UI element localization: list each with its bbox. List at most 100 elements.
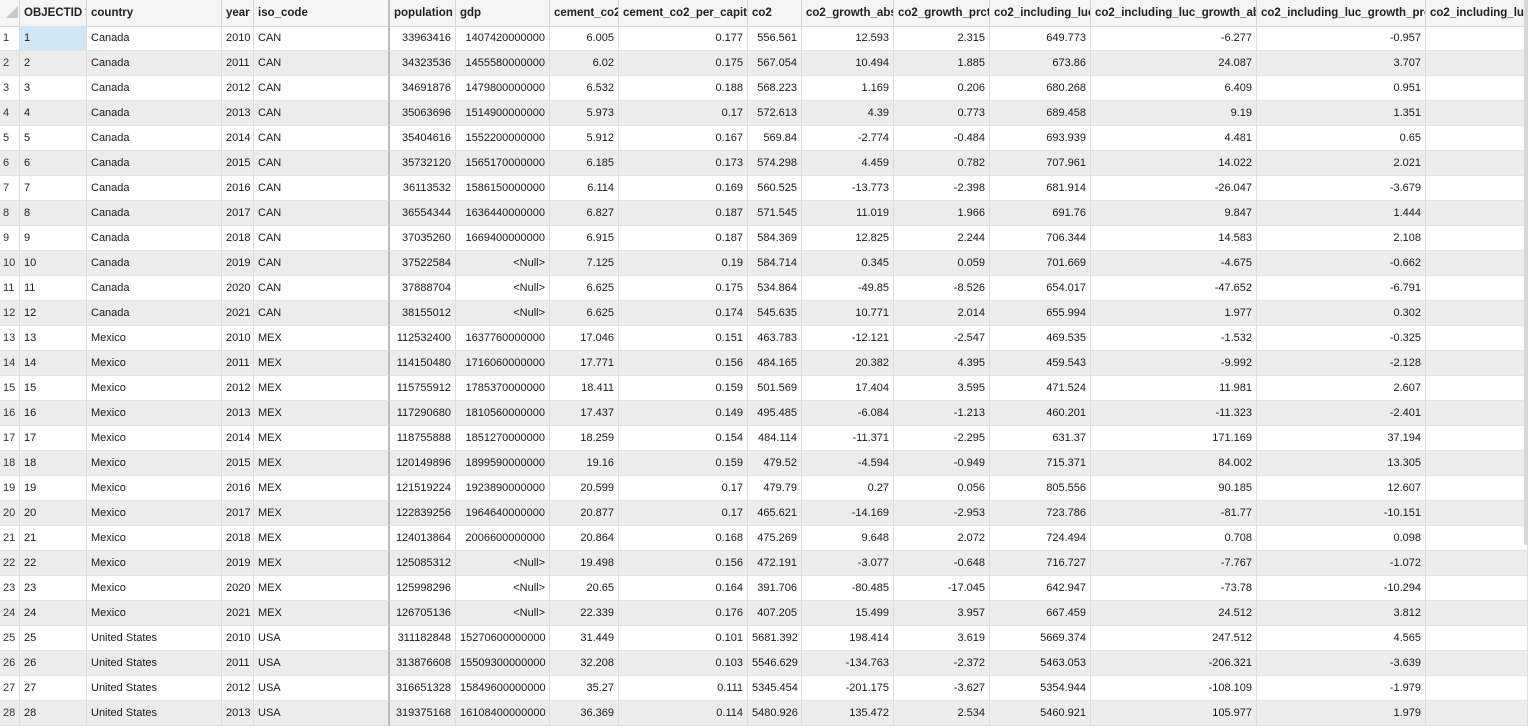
table-cell-co2-growth-prct[interactable]: 0.782 [894,151,990,176]
table-row[interactable]: 23 23 Mexico 2020 MEX 125998296 <Null> 20.65 0.1… [0,576,1528,601]
table-cell-co2-including-luc-more[interactable] [1426,426,1528,451]
table-cell-co2-growth-prct[interactable]: -3.627 [894,676,990,701]
table-cell-gdp[interactable]: 1785370000000 [456,376,550,401]
table-cell-cement-co2[interactable]: 6.625 [550,276,619,301]
table-cell-year[interactable]: 2011 [222,651,254,676]
table-cell-year[interactable]: 2012 [222,76,254,101]
table-cell-co2-including-luc[interactable]: 469.535 [990,326,1091,351]
table-cell-cement-co2-per-capita[interactable]: 0.101 [619,626,748,651]
table-cell-cement-co2-per-capita[interactable]: 0.173 [619,151,748,176]
table-cell-co2-including-luc-growth-prct[interactable]: 1.351 [1257,101,1426,126]
table-cell-co2-growth-prct[interactable]: 2.244 [894,226,990,251]
table-cell-co2-growth-abs[interactable]: -3.077 [802,551,894,576]
table-cell-co2-including-luc-growth-prct[interactable]: -3.679 [1257,176,1426,201]
table-cell-cement-co2[interactable]: 6.005 [550,26,619,51]
table-cell-co2-including-luc-more[interactable] [1426,626,1528,651]
table-cell-co2[interactable]: 568.223 [748,76,802,101]
table-cell-iso-code[interactable]: CAN [254,101,390,126]
table-cell-co2-including-luc-more[interactable] [1426,551,1528,576]
table-cell-co2-growth-prct[interactable]: -0.484 [894,126,990,151]
table-cell-iso-code[interactable]: USA [254,626,390,651]
column-header-co2-including-luc-growth-prct[interactable]: co2_including_luc_growth_prct [1257,0,1426,26]
table-cell-cement-co2[interactable]: 20.599 [550,476,619,501]
table-cell-co2-including-luc[interactable]: 642.947 [990,576,1091,601]
table-cell-gdp[interactable]: 1586150000000 [456,176,550,201]
table-cell-co2[interactable]: 475.269 [748,526,802,551]
table-row[interactable]: 1 1 Canada 2010 CAN 33963416 1407420000000 6.00… [0,26,1528,51]
table-cell-co2-including-luc-growth-abs[interactable]: -11.323 [1091,401,1257,426]
table-cell-population[interactable]: 121519224 [390,476,456,501]
table-cell-co2-including-luc-growth-prct[interactable]: 1.444 [1257,201,1426,226]
table-row[interactable]: 5 5 Canada 2014 CAN 35404616 1552200000000 5.91… [0,126,1528,151]
table-cell-cement-co2[interactable]: 20.877 [550,501,619,526]
table-cell-co2[interactable]: 584.369 [748,226,802,251]
table-cell-co2-growth-abs[interactable]: 10.771 [802,301,894,326]
table-cell-co2-including-luc[interactable]: 689.458 [990,101,1091,126]
table-cell-co2-including-luc-growth-abs[interactable]: -9.992 [1091,351,1257,376]
table-cell-co2-including-luc-more[interactable] [1426,576,1528,601]
table-cell-population[interactable]: 36113532 [390,176,456,201]
table-cell-co2-including-luc-growth-abs[interactable]: 9.19 [1091,101,1257,126]
column-header-year[interactable]: year [222,0,254,26]
table-cell-co2[interactable]: 465.621 [748,501,802,526]
table-cell-objectid[interactable]: 11 [20,276,87,301]
table-row[interactable]: 21 21 Mexico 2018 MEX 124013864 2006600000000 2… [0,526,1528,551]
table-cell-co2-including-luc[interactable]: 459.543 [990,351,1091,376]
table-cell-population[interactable]: 115755912 [390,376,456,401]
table-row[interactable]: 10 10 Canada 2019 CAN 37522584 <Null> 7.125 0.19… [0,251,1528,276]
column-header-co2[interactable]: co2 [748,0,802,26]
row-number[interactable]: 7 [0,176,20,201]
table-cell-co2-including-luc-growth-abs[interactable]: 9.847 [1091,201,1257,226]
table-cell-cement-co2[interactable]: 22.339 [550,601,619,626]
table-cell-co2-including-luc-growth-prct[interactable]: 0.302 [1257,301,1426,326]
table-cell-cement-co2-per-capita[interactable]: 0.176 [619,601,748,626]
table-cell-co2-including-luc-more[interactable] [1426,476,1528,501]
table-cell-population[interactable]: 117290680 [390,401,456,426]
table-cell-country[interactable]: Canada [87,201,222,226]
table-cell-co2[interactable]: 463.783 [748,326,802,351]
table-cell-gdp[interactable]: 15270600000000 [456,626,550,651]
table-cell-year[interactable]: 2019 [222,551,254,576]
vertical-scrollbar[interactable] [1524,0,1528,545]
table-cell-co2[interactable]: 534.864 [748,276,802,301]
column-header-co2-including-luc[interactable]: co2_including_luc [990,0,1091,26]
table-cell-co2-growth-abs[interactable]: -13.773 [802,176,894,201]
table-cell-co2-growth-prct[interactable]: 2.534 [894,701,990,726]
table-cell-country[interactable]: Canada [87,51,222,76]
table-cell-population[interactable]: 37035260 [390,226,456,251]
table-cell-cement-co2[interactable]: 35.27 [550,676,619,701]
row-number[interactable]: 5 [0,126,20,151]
table-cell-co2-including-luc-growth-abs[interactable]: -7.767 [1091,551,1257,576]
table-cell-iso-code[interactable]: CAN [254,276,390,301]
table-cell-iso-code[interactable]: MEX [254,601,390,626]
column-header-population[interactable]: population [390,0,456,26]
table-cell-country[interactable]: Canada [87,251,222,276]
table-cell-country[interactable]: Canada [87,26,222,51]
table-cell-cement-co2[interactable]: 36.369 [550,701,619,726]
table-cell-co2-growth-abs[interactable]: 135.472 [802,701,894,726]
table-cell-year[interactable]: 2021 [222,601,254,626]
table-cell-co2-including-luc-growth-abs[interactable]: 11.981 [1091,376,1257,401]
table-cell-year[interactable]: 2020 [222,276,254,301]
table-cell-population[interactable]: 35732120 [390,151,456,176]
column-header-country[interactable]: country [87,0,222,26]
row-number[interactable]: 28 [0,701,20,726]
table-cell-gdp[interactable]: 16108400000000 [456,701,550,726]
row-number[interactable]: 15 [0,376,20,401]
table-cell-objectid[interactable]: 18 [20,451,87,476]
table-row[interactable]: 25 25 United States 2010 USA 311182848 1527060… [0,626,1528,651]
table-row[interactable]: 6 6 Canada 2015 CAN 35732120 1565170000000 6.18… [0,151,1528,176]
table-cell-co2-growth-abs[interactable]: 17.404 [802,376,894,401]
table-cell-year[interactable]: 2018 [222,526,254,551]
table-cell-co2-including-luc-growth-abs[interactable]: 84.002 [1091,451,1257,476]
table-cell-co2-including-luc[interactable]: 724.494 [990,526,1091,551]
table-cell-population[interactable]: 112532400 [390,326,456,351]
table-cell-co2-growth-prct[interactable]: -2.295 [894,426,990,451]
table-cell-co2-including-luc-growth-prct[interactable]: -0.662 [1257,251,1426,276]
column-header-co2-growth-prct[interactable]: co2_growth_prct [894,0,990,26]
table-cell-iso-code[interactable]: MEX [254,451,390,476]
table-cell-iso-code[interactable]: MEX [254,426,390,451]
table-cell-gdp[interactable]: 1899590000000 [456,451,550,476]
table-cell-co2-including-luc[interactable]: 715.371 [990,451,1091,476]
table-cell-objectid[interactable]: 22 [20,551,87,576]
